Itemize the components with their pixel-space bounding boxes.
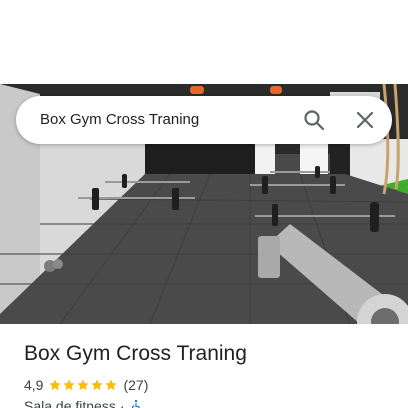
separator-dot: · [119, 398, 125, 408]
star-icon [91, 379, 104, 391]
place-title: Box Gym Cross Traning [24, 342, 247, 365]
search-query-text[interactable]: Box Gym Cross Traning [40, 96, 290, 144]
star-icon [77, 379, 90, 391]
review-count[interactable]: (27) [123, 377, 148, 393]
place-category: Sala de fitness [24, 398, 116, 408]
wheelchair-icon [131, 399, 140, 408]
rating-stars [48, 378, 118, 392]
star-icon [63, 379, 76, 391]
search-bar[interactable]: Box Gym Cross Traning [16, 96, 392, 144]
category-row: Sala de fitness · [24, 397, 143, 408]
place-info-panel: Box Gym Cross Traning 4,9 (27) Sala de f… [0, 324, 408, 408]
rating-row[interactable]: 4,9 (27) [24, 376, 148, 394]
star-icon [105, 379, 118, 391]
close-icon[interactable] [353, 108, 377, 132]
rating-value: 4,9 [24, 377, 44, 393]
star-icon [49, 379, 62, 391]
search-icon[interactable] [302, 108, 326, 132]
top-blank-area [0, 0, 408, 84]
maps-place-screen: Box Gym Cross Traning Box Gym Cross Tran… [0, 0, 408, 408]
